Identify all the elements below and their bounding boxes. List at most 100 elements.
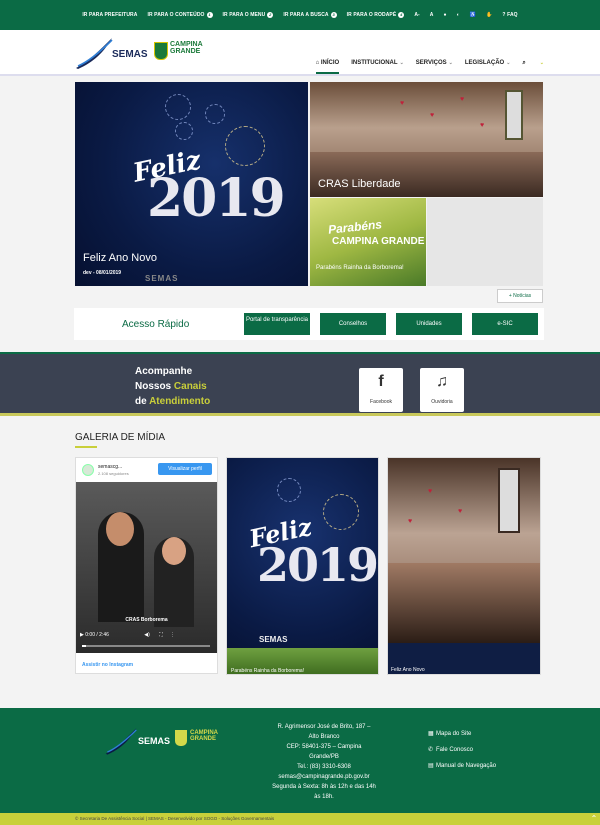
phone-icon: ✆ (428, 747, 434, 753)
headphones-icon: ♫ (436, 373, 448, 390)
document-icon: ▤ (428, 763, 434, 769)
font-increase-button[interactable]: A (430, 12, 434, 18)
esic-button[interactable]: e-SIC (472, 313, 538, 335)
conselhos-button[interactable]: Conselhos (320, 313, 386, 335)
firework-decoration (205, 104, 225, 124)
contact-link[interactable]: ✆ Fale Conosco (428, 742, 496, 758)
hero-main-title[interactable]: Feliz Ano Novo (83, 252, 157, 264)
link-menu[interactable]: IR PARA O MENU 2 (223, 12, 274, 18)
quick-access-label: Acesso Rápido (122, 319, 190, 330)
heart-decoration: ♥ (428, 488, 433, 495)
footer-links: ▦ Mapa do Site ✆ Fale Conosco ▤ Manual de N… (428, 726, 496, 774)
map-icon: ▦ (428, 731, 434, 737)
photo-crowd (388, 563, 540, 643)
font-decrease-button[interactable]: A- (414, 12, 419, 18)
chevron-down-icon: ⌄ (399, 60, 404, 66)
ouvidoria-button[interactable]: ♫ Ouvidoria (420, 368, 464, 412)
more-options-icon[interactable]: ⋮ (170, 632, 175, 638)
instagram-avatar[interactable] (82, 464, 94, 476)
libras-icon[interactable]: ✋ (486, 12, 492, 18)
card2-caption-bar: Parabéns Rainha da Borborema! (227, 648, 378, 674)
link-conteudo[interactable]: IR PARA O CONTEÚDO 1 (147, 12, 213, 18)
gallery-title: GALERIA DE MÍDIA (75, 432, 166, 443)
facebook-button[interactable]: f Facebook (359, 368, 403, 412)
video-caption: CRAS Borborema (125, 617, 168, 623)
card3-caption-bar: Feliz Ano Novo (388, 643, 540, 674)
chevron-down-icon[interactable]: ⌄ (540, 60, 544, 66)
grayscale-icon[interactable]: ◐ (457, 12, 460, 18)
heart-decoration: ♥ (430, 112, 435, 119)
video-controls: ▶ 0:00 / 2:46 ◀) ⛶ ⋮ (80, 632, 175, 638)
instagram-followers: 2.108 seguidores (98, 471, 129, 476)
hero-year-text: 2019 (147, 168, 286, 229)
hero-main-date: dev - 08/01/2019 (83, 270, 122, 276)
hero-side-news-2[interactable]: Parabéns CAMPINA GRANDE Parabéns Rainha … (310, 198, 426, 286)
heart-decoration: ♥ (460, 96, 465, 103)
hero-side2-title[interactable]: Parabéns Rainha da Borborema! (316, 264, 416, 272)
firework-decoration (225, 126, 265, 166)
hero-side-news-1[interactable]: ♥ ♥ ♥ ♥ CRAS Liberdade (310, 82, 543, 197)
video-face (162, 537, 186, 565)
accessibility-icon[interactable]: ♿ (470, 12, 476, 18)
firework-decoration (175, 122, 193, 140)
instagram-video[interactable]: CRAS Borborema ▶ 0:00 / 2:46 ◀) ⛶ ⋮ (76, 482, 217, 653)
semas-logo[interactable]: SEMAS CAMPINA GRANDE (74, 36, 214, 70)
hero-side1-title[interactable]: CRAS Liberdade (318, 178, 401, 190)
accessibility-bar: IR PARA PREFEITURA IR PARA O CONTEÚDO 1 I… (0, 0, 600, 30)
more-news-button[interactable]: + Notícias (497, 289, 543, 303)
gallery-card-2[interactable]: Feliz 2019 SEMAS Parabéns Rainha da Borb… (226, 457, 379, 675)
gallery-card-3[interactable]: ♥ ♥ ♥ Feliz Ano Novo (387, 457, 541, 675)
hero-main-footer: SEMAS (145, 274, 179, 283)
nav-institucional[interactable]: INSTITUCIONAL ⌄ (351, 60, 404, 66)
contrast-icon[interactable]: ● (444, 12, 447, 18)
swoosh-logo-icon (105, 728, 137, 755)
watch-on-instagram-link[interactable]: Assistir no Instagram (82, 662, 133, 668)
video-face (106, 512, 134, 546)
channels-heading: Acompanhe Nossos Canais de Atendimento (135, 366, 211, 407)
nav-legislacao[interactable]: LEGISLAÇÃO ⌄ (465, 60, 511, 66)
nav-servicos[interactable]: SERVIÇOS ⌄ (416, 60, 453, 66)
card2-footer-text: SEMAS (259, 635, 288, 644)
unidades-button[interactable]: Unidades (396, 313, 462, 335)
service-channels-band: Acompanhe Nossos Canais de Atendimento f… (0, 352, 600, 416)
logo-semas-text: SEMAS (112, 49, 148, 60)
chevron-down-icon: ⌄ (506, 60, 511, 66)
hero-side-placeholder (427, 198, 543, 286)
footer-address: R. Agrimensor José de Brito, 187 – Alto … (272, 724, 376, 800)
video-time: 0:00 / 2:46 (85, 632, 109, 638)
search-icon[interactable]: ⌕ (522, 60, 525, 67)
link-rodape[interactable]: IR PARA O RODAPÉ 4 (347, 12, 405, 18)
photo-crowd (310, 152, 543, 197)
heart-decoration: ♥ (400, 100, 405, 107)
link-prefeitura[interactable]: IR PARA PREFEITURA (82, 12, 137, 18)
side2-word-text: Parabéns (327, 217, 383, 237)
view-profile-button[interactable]: Visualizar perfil (158, 463, 212, 475)
sitemap-link[interactable]: ▦ Mapa do Site (428, 726, 496, 742)
site-footer: SEMAS CAMPINA GRANDE R. Agrimensor José d… (0, 708, 600, 825)
site-header: SEMAS CAMPINA GRANDE ⌂ INÍCIO INSTITUCION… (0, 30, 600, 76)
transparency-portal-button[interactable]: Portal de transparência (244, 313, 310, 335)
firework-decoration (323, 494, 359, 530)
footer-logo[interactable]: SEMAS CAMPINA GRANDE (104, 726, 224, 756)
main-nav: ⌂ INÍCIO INSTITUCIONAL ⌄ SERVIÇOS ⌄ LEGISL… (315, 52, 544, 74)
firework-decoration (165, 94, 191, 120)
quick-access-bar: Acesso Rápido Portal de transparência Co… (74, 308, 544, 340)
city-crest-icon (175, 730, 187, 746)
card2-caption[interactable]: Parabéns Rainha da Borborema! (231, 668, 304, 674)
faq-link[interactable]: ? FAQ (502, 12, 517, 18)
volume-icon[interactable]: ◀) (144, 632, 150, 638)
instagram-username[interactable]: semascg... (98, 464, 122, 470)
video-progress-bar[interactable] (82, 645, 210, 647)
heart-decoration: ♥ (408, 518, 413, 525)
fullscreen-icon[interactable]: ⛶ (159, 632, 163, 638)
navigation-manual-link[interactable]: ▤ Manual de Navegação (428, 758, 496, 774)
hero-main-news[interactable]: Feliz 2019 Feliz Ano Novo dev - 08/01/20… (75, 82, 308, 286)
footer-semas-text: SEMAS (138, 736, 171, 746)
link-busca[interactable]: IR PARA A BUSCA 3 (283, 12, 337, 18)
nav-home[interactable]: ⌂ INÍCIO (315, 60, 340, 74)
back-to-top-button[interactable]: ⌃ (588, 813, 600, 825)
card3-caption[interactable]: Feliz Ano Novo (391, 667, 425, 673)
home-icon: ⌂ (315, 60, 320, 66)
play-icon[interactable]: ▶ (80, 632, 84, 638)
swoosh-logo-icon (76, 38, 113, 69)
